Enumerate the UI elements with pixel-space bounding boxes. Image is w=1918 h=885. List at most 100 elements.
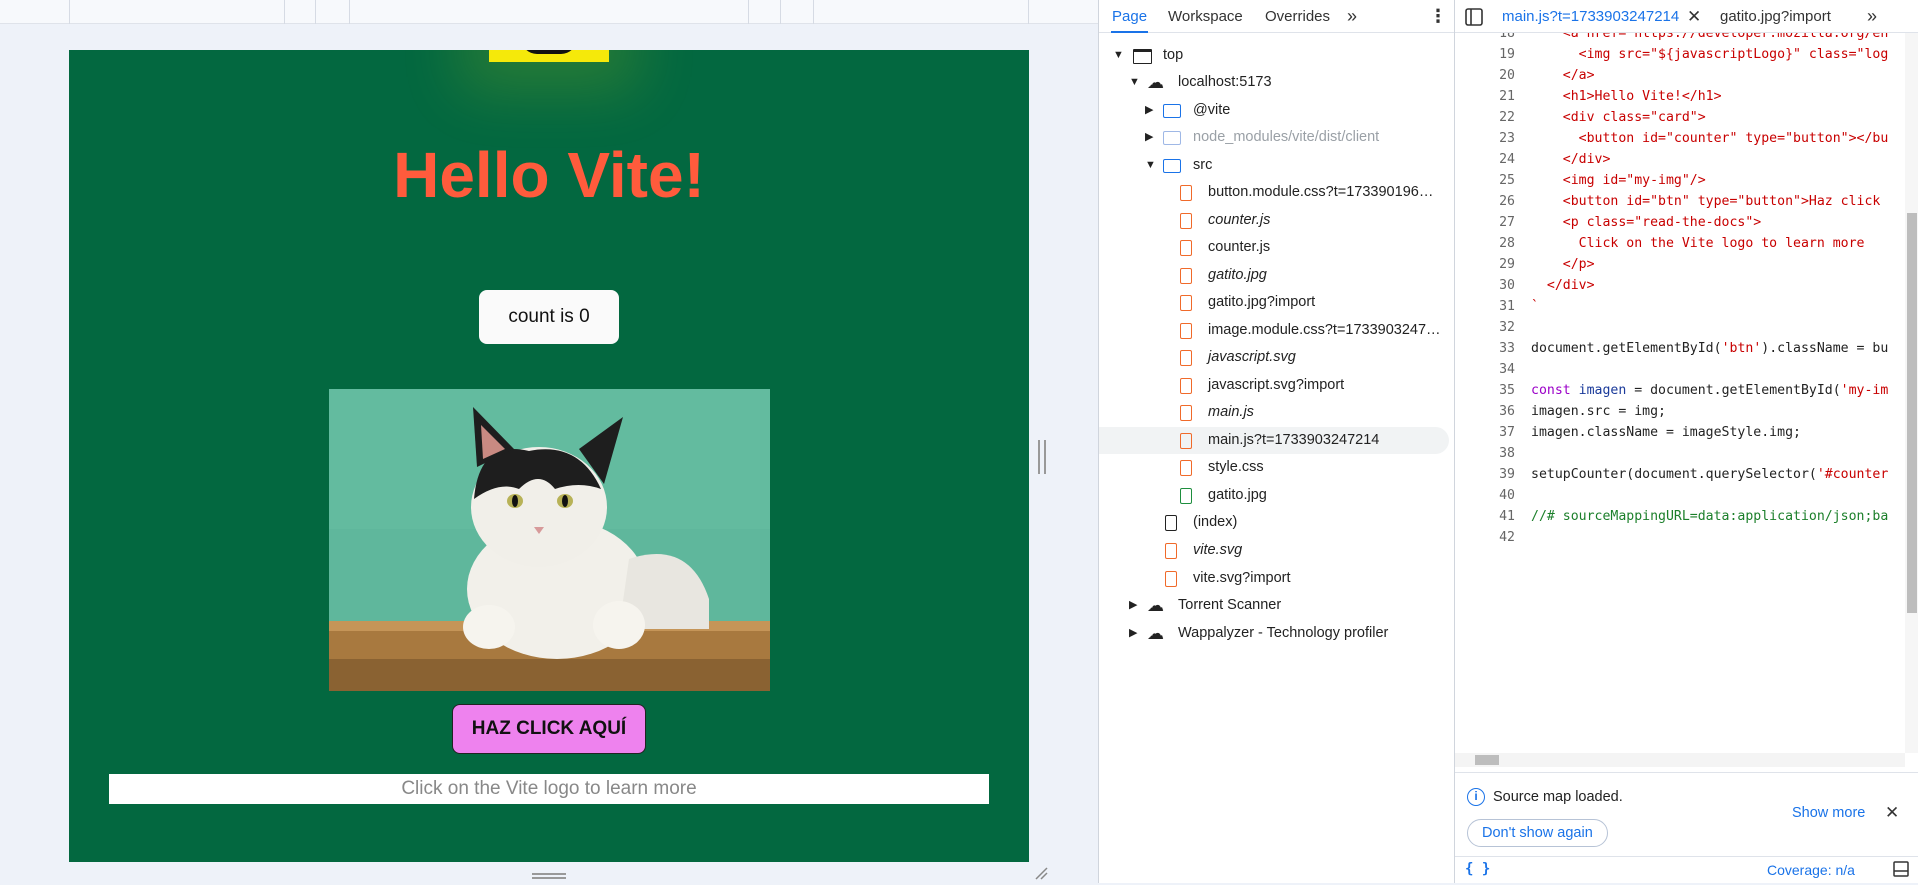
line-number[interactable]: 35 [1455, 380, 1515, 401]
resize-handle-right[interactable] [1038, 440, 1046, 474]
line-number[interactable]: 38 [1455, 443, 1515, 464]
code-line[interactable]: 42 [1455, 527, 1905, 548]
scroll-thumb[interactable] [1475, 755, 1499, 765]
line-number[interactable]: 34 [1455, 359, 1515, 380]
line-number[interactable]: 21 [1455, 86, 1515, 107]
tab-gatito-import[interactable]: gatito.jpg?import [1720, 0, 1831, 33]
code-line[interactable]: 38 [1455, 443, 1905, 464]
line-number[interactable]: 29 [1455, 254, 1515, 275]
code-line[interactable]: 41 //# sourceMappingURL=data:application/… [1455, 506, 1905, 527]
code-area[interactable]: 18 <a href="https://developer.mozilla.or… [1455, 33, 1905, 753]
tree-item-file[interactable]: javascript.svg?import [1099, 372, 1449, 399]
tab-main-js[interactable]: main.js?t=1733903247214 [1502, 0, 1679, 33]
code-line[interactable]: 21 <h1>Hello Vite!</h1> [1455, 86, 1905, 107]
show-more-link[interactable]: Show more [1792, 805, 1865, 821]
code-line[interactable]: 34 [1455, 359, 1905, 380]
pretty-print-icon[interactable]: { } [1465, 861, 1490, 877]
line-number[interactable]: 28 [1455, 233, 1515, 254]
tree-item-file[interactable]: vite.svg?import [1099, 565, 1449, 592]
code-line[interactable]: 28 Click on the Vite logo to learn more [1455, 233, 1905, 254]
tree-item-file[interactable]: (index) [1099, 509, 1449, 536]
tree-item-extension[interactable]: ▶ ☁ Wappalyzer - Technology profiler [1099, 620, 1449, 647]
tree-item-file[interactable]: gatito.jpg [1099, 262, 1449, 289]
tree-item-file[interactable]: counter.js [1099, 234, 1449, 261]
code-line[interactable]: 19 <img src="${javascriptLogo}" class="l… [1455, 44, 1905, 65]
line-number[interactable]: 32 [1455, 317, 1515, 338]
tree-item-node-modules[interactable]: ▶ node_modules/vite/dist/client [1099, 124, 1449, 151]
line-number[interactable]: 18 [1455, 33, 1515, 44]
line-number[interactable]: 20 [1455, 65, 1515, 86]
code-line[interactable]: 25 <img id="my-img"/> [1455, 170, 1905, 191]
line-number[interactable]: 30 [1455, 275, 1515, 296]
drawer-toggle-icon[interactable] [1893, 861, 1909, 877]
line-number[interactable]: 23 [1455, 128, 1515, 149]
coverage-status[interactable]: Coverage: n/a [1767, 862, 1855, 878]
line-number[interactable]: 36 [1455, 401, 1515, 422]
chevron-double-right-icon[interactable]: » [1347, 0, 1357, 33]
code-line[interactable]: 26 <button id="btn" type="button">Haz cl… [1455, 191, 1905, 212]
scroll-thumb[interactable] [1907, 213, 1917, 613]
vertical-scrollbar[interactable] [1905, 33, 1918, 753]
line-number[interactable]: 19 [1455, 44, 1515, 65]
javascript-logo[interactable] [489, 50, 609, 62]
haz-click-button[interactable]: HAZ CLICK AQUÍ [452, 704, 646, 754]
line-number[interactable]: 27 [1455, 212, 1515, 233]
tab-overrides[interactable]: Overrides [1265, 0, 1330, 33]
code-line[interactable]: 30 </div> [1455, 275, 1905, 296]
code-line[interactable]: 37 imagen.className = imageStyle.img; [1455, 422, 1905, 443]
tree-item-file[interactable]: image.module.css?t=17339032​47… [1099, 317, 1449, 344]
line-number[interactable]: 31 [1455, 296, 1515, 317]
tree-item-file[interactable]: style.css [1099, 454, 1449, 481]
line-number[interactable]: 37 [1455, 422, 1515, 443]
tree-item-file[interactable]: counter.js [1099, 207, 1449, 234]
collapsed-arrow-icon[interactable]: ▶ [1129, 620, 1137, 647]
code-line[interactable]: 22 <div class="card"> [1455, 107, 1905, 128]
tree-item-file[interactable]: gatito.jpg [1099, 482, 1449, 509]
collapsed-arrow-icon[interactable]: ▶ [1129, 592, 1137, 619]
code-line[interactable]: 24 </div> [1455, 149, 1905, 170]
horizontal-scrollbar[interactable] [1455, 753, 1905, 767]
counter-button[interactable]: count is 0 [479, 290, 619, 344]
expanded-arrow-icon[interactable]: ▼ [1113, 42, 1124, 69]
tree-item-file-selected[interactable]: main.js?t=1733903247214 [1099, 427, 1449, 454]
tab-workspace[interactable]: Workspace [1168, 0, 1243, 33]
expanded-arrow-icon[interactable]: ▼ [1129, 69, 1140, 96]
tree-item-file[interactable]: gatito.jpg?import [1099, 289, 1449, 316]
collapsed-arrow-icon[interactable]: ▶ [1145, 124, 1153, 151]
line-number[interactable]: 39 [1455, 464, 1515, 485]
code-line[interactable]: 23 <button id="counter" type="button"></… [1455, 128, 1905, 149]
code-line[interactable]: 40 [1455, 485, 1905, 506]
tree-item-vite-folder[interactable]: ▶ @vite [1099, 97, 1449, 124]
line-number[interactable]: 22 [1455, 107, 1515, 128]
tree-item-file[interactable]: main.js [1099, 399, 1449, 426]
tree-item-top[interactable]: ▼ top [1099, 42, 1449, 69]
line-number[interactable]: 41 [1455, 506, 1515, 527]
kebab-menu-icon[interactable]: ⋮ [1429, 0, 1447, 33]
line-number[interactable]: 40 [1455, 485, 1515, 506]
tree-item-file[interactable]: javascript.svg [1099, 344, 1449, 371]
line-number[interactable]: 33 [1455, 338, 1515, 359]
code-line[interactable]: 18 <a href="https://developer.mozilla.or… [1455, 33, 1905, 44]
code-line[interactable]: 31 ` [1455, 296, 1905, 317]
collapsed-arrow-icon[interactable]: ▶ [1145, 97, 1153, 124]
line-number[interactable]: 42 [1455, 527, 1515, 548]
close-icon[interactable]: ✕ [1885, 803, 1899, 823]
line-number[interactable]: 25 [1455, 170, 1515, 191]
code-line[interactable]: 39 setupCounter(document.querySelector('#… [1455, 464, 1905, 485]
code-line[interactable]: 32 [1455, 317, 1905, 338]
tree-item-extension[interactable]: ▶ ☁ Torrent Scanner [1099, 592, 1449, 619]
line-number[interactable]: 26 [1455, 191, 1515, 212]
code-line[interactable]: 36 imagen.src = img; [1455, 401, 1905, 422]
dont-show-again-button[interactable]: Don't show again [1467, 819, 1608, 847]
code-line[interactable]: 20 </a> [1455, 65, 1905, 86]
resize-corner-icon[interactable] [1034, 866, 1048, 880]
close-icon[interactable]: ✕ [1687, 0, 1701, 33]
tree-item-file[interactable]: button.module.css?t=173390196… [1099, 179, 1449, 206]
tree-item-localhost[interactable]: ▼ ☁ localhost:5173 [1099, 69, 1449, 96]
toggle-navigator-icon[interactable] [1465, 0, 1487, 33]
expanded-arrow-icon[interactable]: ▼ [1145, 152, 1156, 179]
resize-handle-bottom[interactable] [532, 873, 566, 879]
line-number[interactable]: 24 [1455, 149, 1515, 170]
code-line[interactable]: 27 <p class="read-the-docs"> [1455, 212, 1905, 233]
code-line[interactable]: 35 const imagen = document.getElementById… [1455, 380, 1905, 401]
